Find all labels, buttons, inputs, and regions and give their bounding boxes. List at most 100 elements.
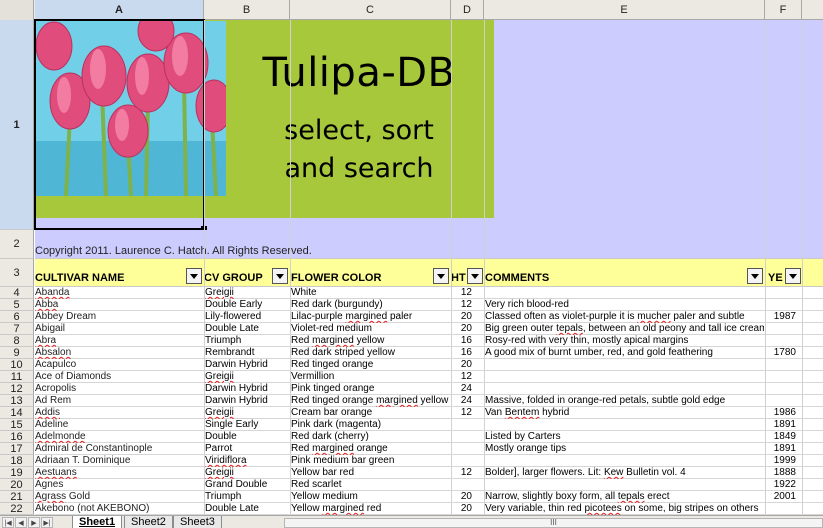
cell-group[interactable]: Triumph [205,335,289,347]
row-header-7[interactable]: 7 [0,323,34,335]
cell-comments[interactable]: Very variable, thin red picotees on some… [485,503,764,515]
column-header-e[interactable]: E [484,0,765,20]
cell-name[interactable]: Admiral de Constantinople [35,443,202,455]
cell-color[interactable]: Red dark (cherry) [291,431,450,443]
cell-comments[interactable]: Big green outer tepals, between an old p… [485,323,764,335]
cell-color[interactable]: Pink tinged orange [291,383,450,395]
filter-dropdown-cv-group[interactable] [272,268,288,284]
cell-comments[interactable]: Listed by Carters [485,431,764,443]
row-header-11[interactable]: 11 [0,371,34,383]
cell-comments[interactable]: Rosy-red with very thin, mostly apical m… [485,335,764,347]
cell-ht[interactable]: 12 [452,467,472,479]
cell-color[interactable]: Pink medium bar green [291,455,450,467]
cell-group[interactable]: Viridiflora [205,455,289,467]
cell-group[interactable]: Double Early [205,299,289,311]
cell-color[interactable]: Cream bar orange [291,407,450,419]
cell-ht[interactable]: 20 [452,359,472,371]
cell-name[interactable]: Adriaan T. Dominique [35,455,202,467]
cell-group[interactable]: Single Early [205,419,289,431]
cell-comments[interactable]: A good mix of burnt umber, red, and gold… [485,347,764,359]
row-header-2[interactable]: 2 [0,230,34,259]
cell-ht[interactable]: 24 [452,383,472,395]
cell-year[interactable]: 1891 [766,443,796,455]
cell-year[interactable]: 1888 [766,467,796,479]
cell-year[interactable]: 1922 [766,479,796,491]
cell-color[interactable]: Lilac-purple margined paler [291,311,450,323]
cell-color[interactable]: Red tinged orange margined yellow [291,395,450,407]
tulips-photo[interactable] [36,21,226,196]
tab-sheet1[interactable]: Sheet1 [72,516,123,528]
row-header-1[interactable]: 1 [0,20,34,230]
cell-color[interactable]: White [291,287,450,299]
cell-year[interactable]: 1891 [766,419,796,431]
row-header-14[interactable]: 14 [0,407,34,419]
cell-color[interactable]: Red margined orange [291,443,450,455]
cell-color[interactable]: Vermillion [291,371,450,383]
cell-color[interactable]: Red tinged orange [291,359,450,371]
cell-name[interactable]: Ace of Diamonds [35,371,202,383]
cell-color[interactable]: Red margined yellow [291,335,450,347]
header-cv-group[interactable]: CV GROUP [204,272,270,284]
tab-sheet2[interactable]: Sheet2 [124,516,173,528]
cell-ht[interactable]: 24 [452,395,472,407]
row-header-9[interactable]: 9 [0,347,34,359]
cell-comments[interactable]: Bolder], larger flowers. Lit: Kew Bullet… [485,467,764,479]
header-ht[interactable]: HT [451,272,466,284]
cell-group[interactable]: Greigii [205,407,289,419]
next-sheet-icon[interactable]: ▶ [28,517,40,528]
cell-ht[interactable]: 12 [452,287,472,299]
cell-group[interactable]: Greigii [205,371,289,383]
cell-group[interactable]: Greigii [205,467,289,479]
cell-group[interactable]: Parrot [205,443,289,455]
cell-ht[interactable]: 20 [452,503,472,515]
cell-group[interactable]: Double Late [205,323,289,335]
cell-color[interactable]: Red dark (burgundy) [291,299,450,311]
row-header-22[interactable]: 22 [0,503,34,515]
cell-year[interactable]: 1780 [766,347,796,359]
cell-name[interactable]: Adeline [35,419,202,431]
cell-comments[interactable]: Van Bentem hybrid [485,407,764,419]
row-header-21[interactable]: 21 [0,491,34,503]
cell-name[interactable]: Akebono (not AKEBONO) [35,503,202,515]
cell-ht[interactable]: 12 [452,299,472,311]
cell-year[interactable]: 1987 [766,311,796,323]
filter-dropdown-ht[interactable] [467,268,483,284]
cell-ht[interactable]: 20 [452,491,472,503]
cell-year[interactable]: 1986 [766,407,796,419]
column-header-f[interactable]: F [765,0,802,20]
row-header-18[interactable]: 18 [0,455,34,467]
cell-group[interactable]: Double [205,431,289,443]
cell-comments[interactable]: Very rich blood-red [485,299,764,311]
cell-name[interactable]: Abba [35,299,202,311]
filter-dropdown-flower-color[interactable] [433,268,449,284]
row-header-5[interactable]: 5 [0,299,34,311]
prev-sheet-icon[interactable]: ◀ [15,517,27,528]
column-header-a[interactable]: A [35,0,204,20]
cell-comments[interactable]: Narrow, slightly boxy form, all tepals e… [485,491,764,503]
cell-color[interactable]: Violet-red medium [291,323,450,335]
cell-ht[interactable]: 20 [452,323,472,335]
horizontal-scrollbar[interactable]: III [284,518,823,528]
header-flower-color[interactable]: FLOWER COLOR [291,272,431,284]
cell-name[interactable]: Abbey Dream [35,311,202,323]
row-header-20[interactable]: 20 [0,479,34,491]
first-sheet-icon[interactable]: |◀ [2,517,14,528]
row-header-19[interactable]: 19 [0,467,34,479]
cell-group[interactable]: Grand Double [205,479,289,491]
cell-color[interactable]: Pink dark (magenta) [291,419,450,431]
row-header-8[interactable]: 8 [0,335,34,347]
row-header-10[interactable]: 10 [0,359,34,371]
row-header-3[interactable]: 3 [0,259,34,287]
cell-name[interactable]: Absalon [35,347,202,359]
row-header-12[interactable]: 12 [0,383,34,395]
cell-color[interactable]: Red scarlet [291,479,450,491]
cell-name[interactable]: Abanda [35,287,202,299]
cell-ht[interactable]: 20 [452,311,472,323]
copyright-text[interactable]: Copyright 2011. Laurence C. Hatch. All R… [35,245,312,257]
row-header-15[interactable]: 15 [0,419,34,431]
cell-ht[interactable]: 12 [452,407,472,419]
cell-name[interactable]: Adelmonde [35,431,202,443]
row-header-16[interactable]: 16 [0,431,34,443]
cell-name[interactable]: Acropolis [35,383,202,395]
cell-name[interactable]: Acapulco [35,359,202,371]
